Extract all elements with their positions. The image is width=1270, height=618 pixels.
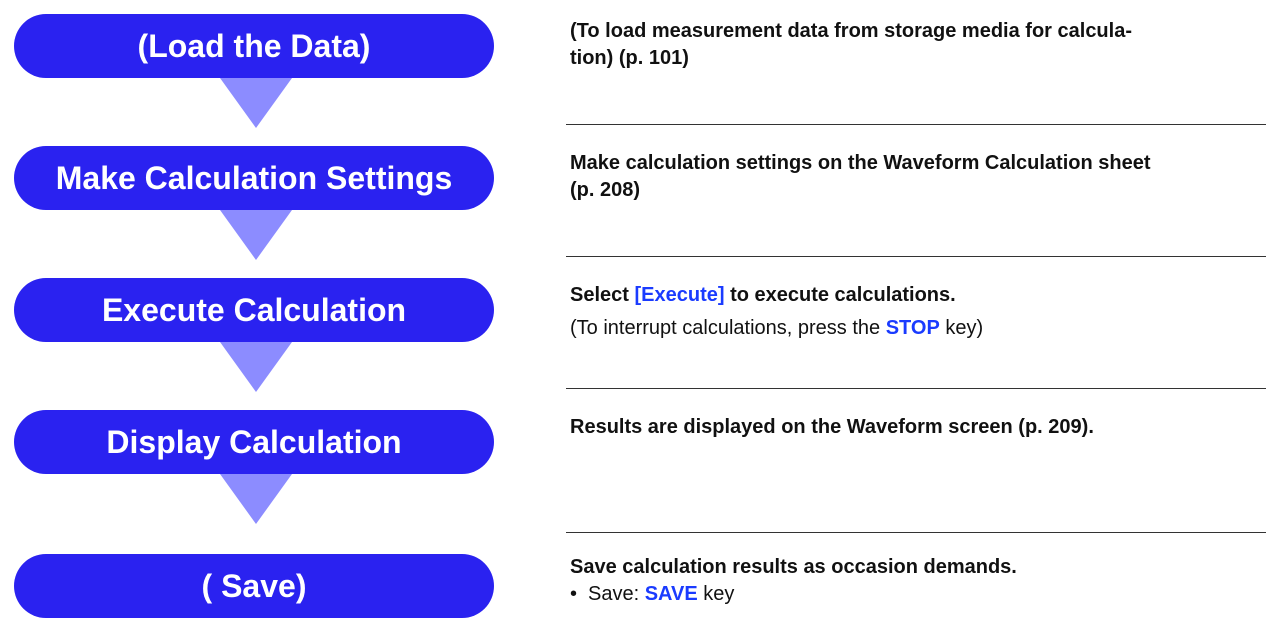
description-save-item-pre: Save: xyxy=(588,583,645,605)
step-display-calculation-label: Display Calculation xyxy=(106,423,402,460)
step-make-calculation-settings: Make Calculation Settings xyxy=(14,146,494,210)
down-arrow-icon xyxy=(220,210,292,282)
description-execute-post: to execute calculations. xyxy=(724,284,956,306)
stop-key-label: STOP xyxy=(885,317,940,339)
description-execute-note-pre: (To interrupt calculations, press the xyxy=(570,317,886,339)
down-arrow-icon xyxy=(220,342,292,414)
description-calculation-settings: Make calculation settings on the Wavefor… xyxy=(570,150,1260,204)
description-settings-line-2: (p. 208) xyxy=(570,179,641,201)
step-load-data: (Load the Data) xyxy=(14,14,494,78)
divider xyxy=(566,124,1266,125)
description-save-text: Save calculation results as occasion dem… xyxy=(570,556,1017,578)
description-execute-calculation: Select [Execute] to execute calculations… xyxy=(570,282,1260,342)
save-key-label: SAVE xyxy=(644,583,698,605)
step-execute-calculation: Execute Calculation xyxy=(14,278,494,342)
step-make-calculation-settings-label: Make Calculation Settings xyxy=(55,159,453,196)
step-execute-calculation-label: Execute Calculation xyxy=(101,291,407,328)
description-execute-note-post: key) xyxy=(939,317,984,339)
down-arrow-icon xyxy=(220,474,292,546)
description-load-line-1: (To load measurement data from storage m… xyxy=(570,20,1132,42)
description-load-data: (To load measurement data from storage m… xyxy=(570,18,1260,72)
description-save-item-post: key xyxy=(697,583,735,605)
down-arrow-icon xyxy=(220,78,292,150)
description-load-line-2: tion) (p. 101) xyxy=(570,47,689,69)
description-save-item: • Save: SAVE key xyxy=(570,581,1260,608)
description-save: Save calculation results as occasion dem… xyxy=(570,554,1260,608)
divider xyxy=(566,388,1266,389)
step-display-calculation: Display Calculation xyxy=(14,410,494,474)
description-display-calculation: Results are displayed on the Waveform sc… xyxy=(570,414,1260,441)
divider xyxy=(566,532,1266,533)
description-settings-line-1: Make calculation settings on the Wavefor… xyxy=(570,152,1151,174)
description-execute-pre: Select xyxy=(570,284,635,306)
step-save-label: ( Save) xyxy=(201,567,307,604)
step-load-data-label: (Load the Data) xyxy=(137,27,371,64)
divider xyxy=(566,256,1266,257)
step-save: ( Save) xyxy=(14,554,494,618)
description-display-text: Results are displayed on the Waveform sc… xyxy=(570,416,1094,438)
bullet-icon: • xyxy=(570,583,578,605)
execute-key-label: [Execute] xyxy=(634,284,725,306)
description-execute-line: Select [Execute] to execute calculations… xyxy=(570,282,1260,309)
description-execute-note: (To interrupt calculations, press the ST… xyxy=(570,315,1260,342)
